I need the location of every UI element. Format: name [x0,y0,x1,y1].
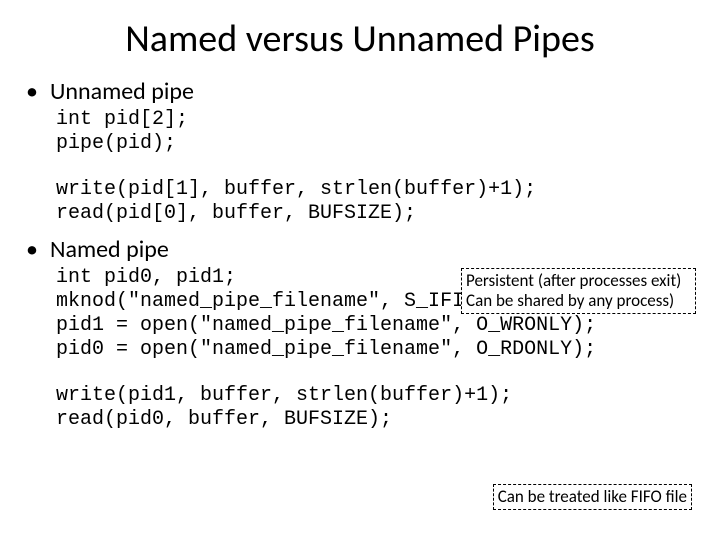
callout-persistent: Persistent (after processes exit) Can be… [461,268,696,314]
slide: Named versus Unnamed Pipes • Unnamed pip… [0,0,720,540]
bullet-text-unnamed: Unnamed pipe [50,78,194,106]
slide-title: Named versus Unnamed Pipes [24,16,696,62]
code-unnamed-rw: write(pid[1], buffer, strlen(buffer)+1);… [56,178,696,226]
bullet-named-pipe: • Named pipe [24,236,696,264]
code-named-rw: write(pid1, buffer, strlen(buffer)+1); r… [56,384,696,432]
bullet-unnamed-pipe: • Unnamed pipe [24,78,696,106]
spacer [24,156,696,178]
callout-fifo: Can be treated like FIFO file [493,484,692,510]
code-unnamed-decl: int pid[2]; pipe(pid); [56,108,696,156]
spacer [24,362,696,384]
bullet-text-named: Named pipe [50,236,169,264]
bullet-dot-icon: • [26,78,38,106]
bullet-dot-icon: • [26,236,38,264]
